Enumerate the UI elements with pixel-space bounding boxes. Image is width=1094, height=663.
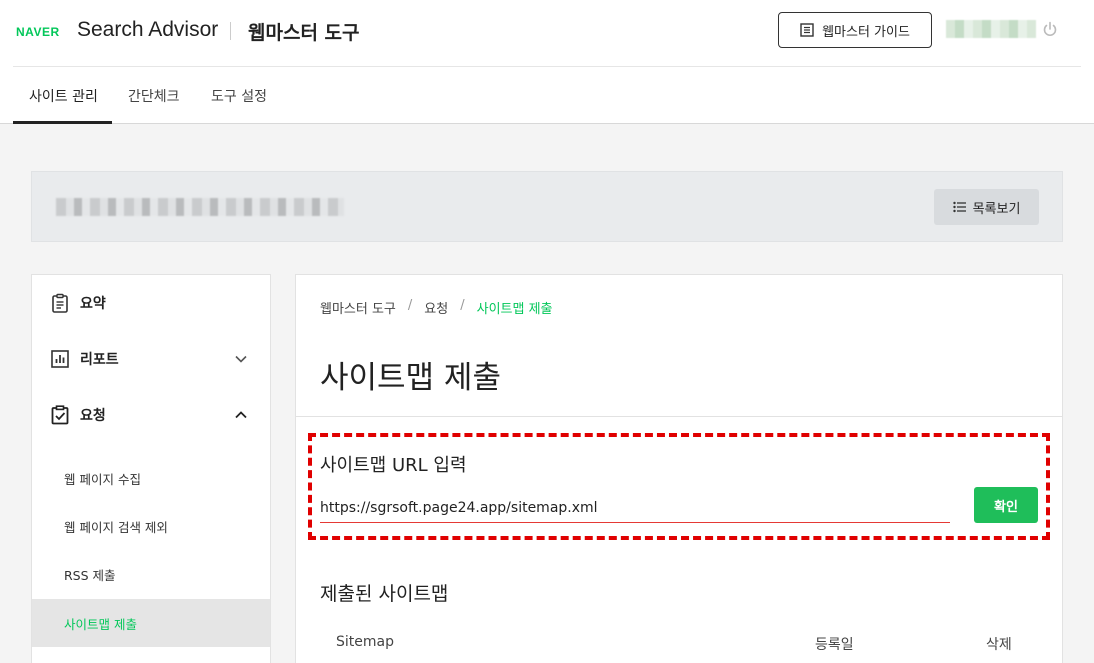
document-list-icon bbox=[800, 23, 814, 37]
sidebar-subitem-label: 웹 페이지 검색 제외 bbox=[64, 519, 168, 535]
sidebar-subitem-sitemap-submit[interactable]: 사이트맵 제출 bbox=[32, 599, 270, 647]
column-header-sitemap: Sitemap bbox=[336, 634, 394, 650]
sidebar-item-label: 요약 bbox=[80, 296, 106, 312]
site-selector-bar: 목록보기 bbox=[31, 171, 1063, 242]
webmaster-guide-button[interactable]: 웹마스터 가이드 bbox=[778, 12, 932, 48]
sidebar-item-report[interactable]: 리포트 bbox=[32, 331, 270, 387]
confirm-button[interactable]: 확인 bbox=[974, 487, 1038, 523]
sidebar-item-label: 리포트 bbox=[80, 352, 119, 368]
sidebar-nav: 요약 리포트 요청 웹 페이지 수집 웹 페이지 검색 제외 RSS 제출 사이… bbox=[31, 274, 271, 663]
user-account-blurred[interactable] bbox=[946, 20, 1036, 38]
clipboard-icon bbox=[52, 293, 68, 313]
page-title: 사이트맵 제출 bbox=[320, 360, 501, 396]
submitted-sitemaps-title: 제출된 사이트맵 bbox=[320, 583, 449, 605]
list-view-label: 목록보기 bbox=[972, 201, 1021, 217]
breadcrumb-item-current: 사이트맵 제출 bbox=[476, 302, 553, 317]
active-tab-indicator bbox=[13, 121, 112, 124]
sidebar-item-request[interactable]: 요청 bbox=[32, 387, 270, 443]
tab-site-management[interactable]: 사이트 관리 bbox=[29, 86, 98, 106]
sidebar-subitem-label: RSS 제출 bbox=[64, 567, 116, 583]
header-divider bbox=[13, 66, 1081, 67]
chart-icon bbox=[51, 350, 69, 368]
sitemap-url-label: 사이트맵 URL 입력 bbox=[320, 455, 467, 476]
webmaster-guide-label: 웹마스터 가이드 bbox=[822, 24, 910, 40]
brand-title[interactable]: Search Advisor bbox=[77, 18, 218, 42]
sidebar-subitem-label: 웹 페이지 수집 bbox=[64, 471, 141, 487]
sitemap-url-input[interactable] bbox=[320, 493, 950, 523]
power-icon[interactable] bbox=[1042, 21, 1058, 37]
title-divider bbox=[296, 416, 1062, 417]
list-icon bbox=[952, 201, 966, 213]
sidebar-subitem-label: 사이트맵 제출 bbox=[64, 616, 137, 632]
sidebar-subitem-web-page-collect[interactable]: 웹 페이지 수집 bbox=[32, 454, 270, 502]
chevron-down-icon[interactable] bbox=[234, 352, 248, 366]
tool-title: 웹마스터 도구 bbox=[248, 22, 360, 44]
check-clipboard-icon bbox=[51, 405, 69, 425]
breadcrumb-item-request[interactable]: 요청 bbox=[424, 298, 448, 317]
top-header: NAVER Search Advisor 웹마스터 도구 웹마스터 가이드 사이… bbox=[0, 0, 1094, 124]
breadcrumb-separator: / bbox=[407, 298, 413, 313]
tab-quick-check[interactable]: 간단체크 bbox=[128, 86, 180, 106]
breadcrumb: 웹마스터 도구 / 요청 / 사이트맵 제출 bbox=[320, 298, 553, 317]
column-header-delete: 삭제 bbox=[986, 637, 1012, 653]
sidebar-subitem-web-page-exclude[interactable]: 웹 페이지 검색 제외 bbox=[32, 502, 270, 550]
naver-logo[interactable]: NAVER bbox=[16, 25, 60, 39]
sidebar-subitem-rss-submit[interactable]: RSS 제출 bbox=[32, 550, 270, 598]
sidebar-item-label: 요청 bbox=[80, 408, 106, 424]
sidebar-item-summary[interactable]: 요약 bbox=[32, 275, 270, 331]
column-header-registered-date: 등록일 bbox=[815, 637, 854, 653]
site-url-blurred bbox=[56, 198, 344, 216]
chevron-up-icon[interactable] bbox=[234, 408, 248, 422]
brand-divider bbox=[230, 22, 231, 40]
breadcrumb-item-webmaster-tools[interactable]: 웹마스터 도구 bbox=[320, 298, 396, 317]
breadcrumb-separator: / bbox=[460, 298, 465, 313]
list-view-button[interactable]: 목록보기 bbox=[934, 189, 1039, 225]
highlight-annotation-box bbox=[308, 433, 1050, 540]
tab-tool-settings[interactable]: 도구 설정 bbox=[211, 86, 267, 106]
main-content-panel: 웹마스터 도구 / 요청 / 사이트맵 제출 사이트맵 제출 사이트맵 URL … bbox=[295, 274, 1063, 663]
